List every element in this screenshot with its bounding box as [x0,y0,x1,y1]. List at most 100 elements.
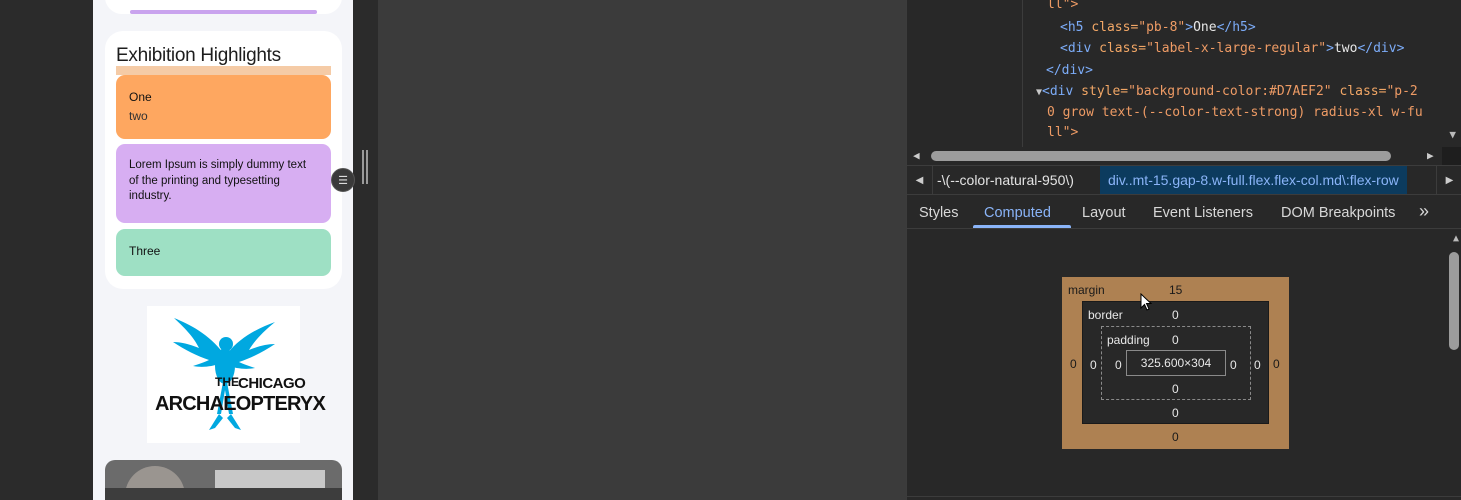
chicago-archaeopteryx-logo: THE CHICAGO ARCHAEOPTERYX [147,306,326,443]
breadcrumb: ◀ -\(--color-natural-950\) div..mt-15.ga… [907,165,1461,195]
dom-line-purple-div[interactable]: ▼<div style="background-color:#D7AEF2" c… [1036,84,1418,99]
tab-computed[interactable]: Computed [984,205,1051,221]
devtools-panel: ll"> <h5 class="pb-8">One</h5> <div clas… [906,0,1461,500]
sidebar-tabs: Styles Computed Layout Event Listeners D… [907,196,1461,229]
padding-bottom-value[interactable]: 0 [1172,382,1179,396]
border-left-value[interactable]: 0 [1090,358,1097,372]
scroll-right-icon[interactable]: ▶ [1427,149,1434,162]
breadcrumb-scroll-right-icon[interactable]: ▶ [1436,166,1461,194]
toggle-view-icon[interactable]: ☰ [331,168,355,192]
margin-bottom-value[interactable]: 0 [1172,430,1179,444]
box-model-border[interactable]: border 0 0 0 0 padding 0 0 0 0 325.600×3… [1082,301,1269,424]
breadcrumb-item-selected[interactable]: div..mt-15.gap-8.w-full.flex.flex-col.md… [1100,166,1407,194]
scroll-down-icon[interactable]: ▼ [1449,128,1456,141]
breadcrumb-item[interactable]: -\(--color-natural-950\) [937,172,1074,188]
tab-styles[interactable]: Styles [919,205,959,221]
dom-line-cont[interactable]: 0 grow text-(--color-text-strong) radius… [1047,105,1423,120]
more-tabs-icon[interactable]: » [1419,201,1429,222]
tile-heading: One [129,90,152,104]
tree-indent-guide [1022,0,1023,147]
previous-card-bar [130,10,317,14]
tab-dom-breakpoints[interactable]: DOM Breakpoints [1281,205,1395,221]
box-model-margin[interactable]: margin 15 0 0 0 border 0 0 0 0 padding 0… [1062,277,1289,449]
dom-tag: <div [1060,41,1100,56]
dom-tag: > [1326,41,1334,56]
border-right-value[interactable]: 0 [1254,358,1261,372]
dom-attr: style= [1081,84,1129,99]
empty-viewport [378,0,906,500]
tab-event-listeners[interactable]: Event Listeners [1153,205,1253,221]
scrollbar-thumb[interactable] [931,151,1391,161]
highlight-tile-one[interactable]: One two [116,75,331,139]
scroll-left-icon[interactable]: ◀ [913,149,920,162]
dom-tag: <div [1042,84,1082,99]
dom-line-cont2[interactable]: ll"> [1047,125,1078,140]
logo-text-chicago: CHICAGO [238,375,306,392]
dom-val: "p-2 [1386,84,1418,99]
dom-attr: class= [1331,84,1387,99]
dom-val: "pb-8" [1138,20,1186,35]
tab-layout[interactable]: Layout [1082,205,1126,221]
dom-tag: <h5 [1060,20,1092,35]
dom-tag: </div> [1046,63,1093,78]
previous-card [105,0,342,14]
dom-tag: </h5> [1216,20,1256,35]
left-gutter [0,0,93,500]
dom-line[interactable]: ll"> [1047,0,1078,12]
dom-text: ll"> [1047,0,1079,12]
logo-text-archaeopteryx: ARCHAEOPTERYX [155,393,326,415]
mouse-cursor-icon [1140,293,1153,311]
padding-left-value[interactable]: 0 [1115,358,1122,372]
dom-val: "label-x-large-regular" [1146,41,1327,56]
dom-tag: </div> [1357,41,1405,56]
border-top-value[interactable]: 0 [1172,308,1179,322]
margin-left-value[interactable]: 0 [1070,357,1077,371]
pane-divider [907,496,1461,497]
dom-attr: class= [1091,20,1139,35]
resize-handle[interactable] [362,150,370,184]
margin-right-value[interactable]: 0 [1273,357,1280,371]
tile-subtext: two [129,109,148,123]
tile-paragraph: Lorem Ipsum is simply dummy text of the … [129,159,307,202]
dom-line-h5[interactable]: <h5 class="pb-8">One</h5> [1060,20,1256,35]
bird-icon [172,318,275,430]
handle-line [362,150,364,184]
resizer-gutter [353,0,378,500]
computed-pane: ▲ margin 15 0 0 0 border 0 0 0 0 padding… [907,230,1461,500]
padding-right-value[interactable]: 0 [1230,358,1237,372]
box-model-content-size[interactable]: 325.600×304 [1126,350,1226,376]
dom-attr: class= [1099,41,1147,56]
handle-line [366,150,368,184]
padding-top-value[interactable]: 0 [1172,333,1179,347]
highlight-tile-three[interactable]: Three [116,229,331,276]
active-tab-indicator [973,225,1071,228]
dom-tag: > [1185,20,1194,35]
horizontal-scrollbar[interactable]: ◀ ▶ [907,147,1461,165]
dom-text: two [1333,41,1358,56]
vertical-scrollbar-thumb[interactable] [1449,252,1459,350]
border-label: border [1088,308,1123,322]
scrollbar-corner [1442,147,1461,165]
photo-table [105,488,342,500]
exhibition-highlights-card: Exhibition Highlights One two Lorem Ipsu… [105,31,342,289]
dom-line-close[interactable]: </div> [1046,63,1093,78]
border-bottom-value[interactable]: 0 [1172,406,1179,420]
exhibit-photo [105,460,342,500]
tile-heading: Three [129,244,161,258]
card-title: Exhibition Highlights [116,45,281,66]
box-model-padding[interactable]: padding 0 0 0 0 325.600×304 [1101,326,1251,400]
breadcrumb-scroll-left-icon[interactable]: ◀ [907,166,933,194]
margin-label: margin [1068,283,1105,297]
highlight-tile-lorem[interactable]: Lorem Ipsum is simply dummy text of the … [116,144,331,223]
logo-text-the: THE [215,375,239,389]
dom-val: 0 grow text-(--color-text-strong) radius… [1047,105,1423,120]
dom-line-div[interactable]: <div class="label-x-large-regular">two</… [1060,41,1404,56]
scroll-up-icon[interactable]: ▲ [1453,233,1459,244]
app-root: Exhibition Highlights One two Lorem Ipsu… [0,0,1461,500]
dom-text: One [1193,20,1217,35]
mobile-preview: Exhibition Highlights One two Lorem Ipsu… [93,0,353,500]
padding-label: padding [1107,333,1150,347]
elements-tree: ll"> <h5 class="pb-8">One</h5> <div clas… [907,0,1461,147]
margin-top-value[interactable]: 15 [1169,283,1182,297]
title-underline [116,66,331,75]
